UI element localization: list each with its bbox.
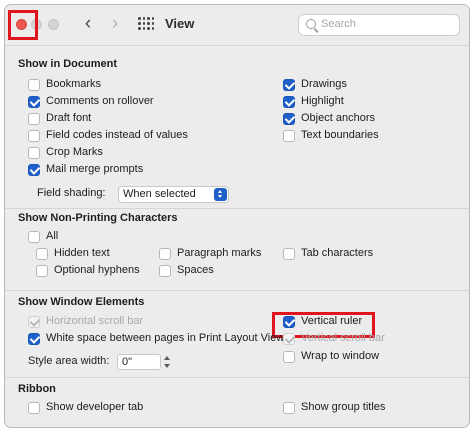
checkbox[interactable] xyxy=(159,265,171,277)
style-area-width-label: Style area width: xyxy=(28,355,110,367)
checkbox-label: Drawings xyxy=(301,78,347,90)
checkbox-label: Crop Marks xyxy=(46,146,103,158)
checkbox-label: Field codes instead of values xyxy=(46,129,188,141)
stepper-up-icon[interactable] xyxy=(164,356,170,360)
window-title: View xyxy=(165,16,195,31)
checkbox-label: Spaces xyxy=(177,264,214,276)
chevron-left-icon[interactable]: ‹ xyxy=(78,14,98,34)
checkbox[interactable] xyxy=(283,113,295,125)
titlebar: ‹ › View Search xyxy=(5,5,469,45)
checkbox-label: Hidden text xyxy=(54,247,110,259)
checkbox-label: Highlight xyxy=(301,95,344,107)
checkbox[interactable] xyxy=(28,113,40,125)
close-button-callout xyxy=(8,10,38,40)
show-all-grid-icon[interactable] xyxy=(138,17,154,31)
section-title-non-printing: Show Non-Printing Characters xyxy=(18,212,178,224)
section-title-ribbon: Ribbon xyxy=(18,383,56,395)
style-area-width-stepper[interactable] xyxy=(162,353,171,371)
checkbox-label: Horizontal scroll bar xyxy=(46,315,144,327)
field-shading-select[interactable]: When selected xyxy=(118,186,229,203)
field-shading-label: Field shading: xyxy=(37,187,106,199)
checkbox-label: Vertical scroll bar xyxy=(301,332,385,344)
titlebar-divider xyxy=(5,45,469,46)
checkbox[interactable] xyxy=(28,96,40,108)
checkbox[interactable] xyxy=(283,248,295,260)
checkbox[interactable] xyxy=(28,333,40,345)
checkbox-label: Optional hyphens xyxy=(54,264,140,276)
section-divider xyxy=(5,208,469,209)
checkbox-label: Object anchors xyxy=(301,112,375,124)
section-divider xyxy=(5,377,469,378)
checkbox[interactable] xyxy=(283,130,295,142)
checkbox[interactable] xyxy=(36,248,48,260)
checkbox-label: Mail merge prompts xyxy=(46,163,144,175)
checkbox-label: Paragraph marks xyxy=(177,247,262,259)
checkbox-label: Comments on rollover xyxy=(46,95,154,107)
checkbox[interactable] xyxy=(283,402,295,414)
checkbox-label: Draft font xyxy=(46,112,92,124)
checkbox[interactable] xyxy=(283,79,295,91)
section-divider xyxy=(5,290,469,291)
checkbox-label: Bookmarks xyxy=(46,78,102,90)
checkbox[interactable] xyxy=(283,351,295,363)
checkbox-label: White space between pages in Print Layou… xyxy=(46,332,285,344)
checkbox xyxy=(28,316,40,328)
checkbox[interactable] xyxy=(28,130,40,142)
stepper-down-icon[interactable] xyxy=(164,364,170,368)
checkbox[interactable] xyxy=(28,79,40,91)
zoom-window-button[interactable] xyxy=(48,19,59,30)
chevron-right-icon[interactable]: › xyxy=(105,14,125,34)
checkbox[interactable] xyxy=(28,147,40,159)
checkbox[interactable] xyxy=(28,402,40,414)
field-shading-value: When selected xyxy=(123,188,196,200)
checkbox[interactable] xyxy=(28,164,40,176)
search-placeholder: Search xyxy=(321,18,356,30)
style-area-width-input[interactable]: 0" xyxy=(117,354,161,370)
checkbox[interactable] xyxy=(283,96,295,108)
checkbox-label: Wrap to window xyxy=(301,350,380,362)
style-area-width-value: 0" xyxy=(122,356,133,368)
preferences-window: ‹ › View Search Show in Document Bookmar… xyxy=(4,4,470,428)
checkbox-label: Show developer tab xyxy=(46,401,144,413)
section-title-show-in-document: Show in Document xyxy=(18,58,117,70)
checkbox[interactable] xyxy=(28,231,40,243)
checkbox xyxy=(283,333,295,345)
checkbox-label: Show group titles xyxy=(301,401,386,413)
updown-chevron-icon xyxy=(214,188,227,201)
section-title-window-elements: Show Window Elements xyxy=(18,296,145,308)
checkbox[interactable] xyxy=(159,248,171,260)
checkbox-label: All xyxy=(46,230,59,242)
search-icon xyxy=(306,19,316,29)
search-field[interactable]: Search xyxy=(298,14,460,36)
checkbox-label: Tab characters xyxy=(301,247,374,259)
checkbox-label: Text boundaries xyxy=(301,129,379,141)
checkbox[interactable] xyxy=(36,265,48,277)
